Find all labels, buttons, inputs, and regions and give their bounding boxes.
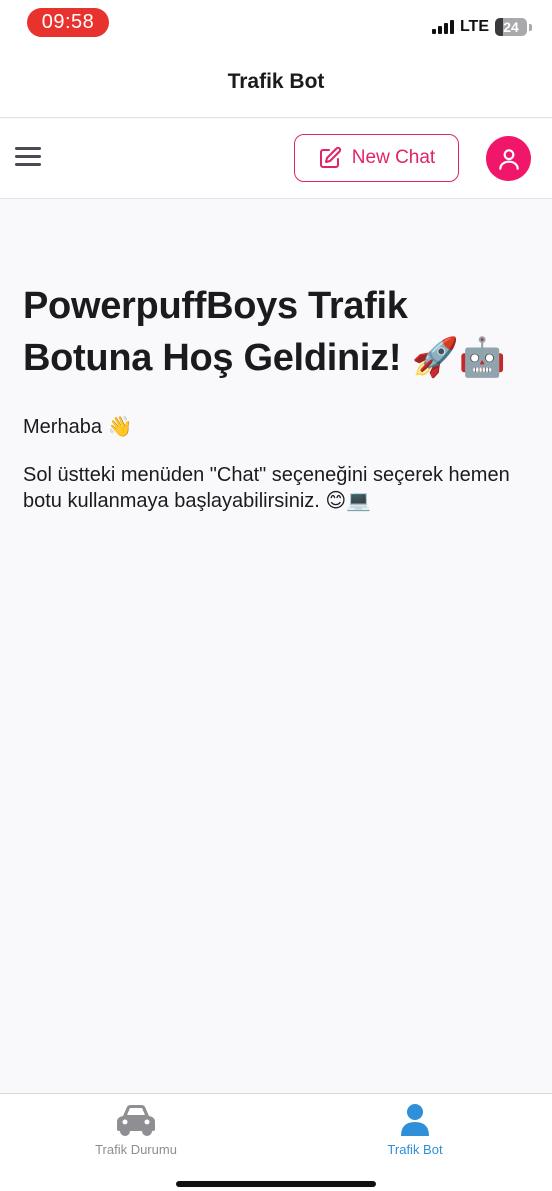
app-screen: 09:58 LTE 24 Trafik Bot New Chat Powerpu… bbox=[0, 0, 552, 1191]
status-indicators: LTE 24 bbox=[431, 16, 532, 38]
battery-level bbox=[495, 18, 503, 36]
instructions-text: Sol üstteki menüden "Chat" seçeneğini se… bbox=[23, 464, 510, 512]
welcome-heading: PowerpuffBoys Trafik Botuna Hoş Geldiniz… bbox=[23, 285, 506, 379]
user-profile-icon[interactable] bbox=[486, 136, 531, 181]
tab-bar: Trafik Durumu Trafik Bot bbox=[0, 1093, 552, 1191]
battery-icon: 24 bbox=[495, 18, 527, 36]
tab-trafik-durumu[interactable]: Trafik Durumu bbox=[66, 1102, 206, 1162]
car-icon bbox=[117, 1105, 155, 1136]
network-type: LTE bbox=[459, 18, 489, 35]
tab-trafik-bot[interactable]: Trafik Bot bbox=[345, 1102, 485, 1162]
edit-pencil-icon bbox=[319, 146, 341, 168]
battery-tip bbox=[529, 23, 532, 31]
new-chat-button[interactable]: New Chat bbox=[294, 134, 459, 182]
navigation-header: Trafik Bot bbox=[0, 46, 552, 118]
person-icon bbox=[401, 1104, 429, 1136]
page-title: Trafik Bot bbox=[227, 69, 325, 93]
status-time: 09:58 bbox=[27, 8, 109, 37]
tab-label-trafik-durumu: Trafik Durumu bbox=[95, 1142, 177, 1157]
greeting-text: Merhaba 👋 bbox=[23, 416, 133, 438]
main-content: PowerpuffBoys Trafik Botuna Hoş Geldiniz… bbox=[23, 280, 523, 514]
hamburger-menu-icon[interactable] bbox=[15, 147, 41, 169]
status-bar: 09:58 LTE 24 bbox=[0, 0, 552, 46]
tab-label-trafik-bot: Trafik Bot bbox=[387, 1142, 443, 1157]
new-chat-label: New Chat bbox=[351, 147, 436, 168]
battery-percent: 24 bbox=[503, 19, 519, 35]
toolbar: New Chat bbox=[0, 119, 552, 199]
home-indicator[interactable] bbox=[176, 1181, 376, 1187]
cellular-signal-icon bbox=[431, 20, 454, 34]
